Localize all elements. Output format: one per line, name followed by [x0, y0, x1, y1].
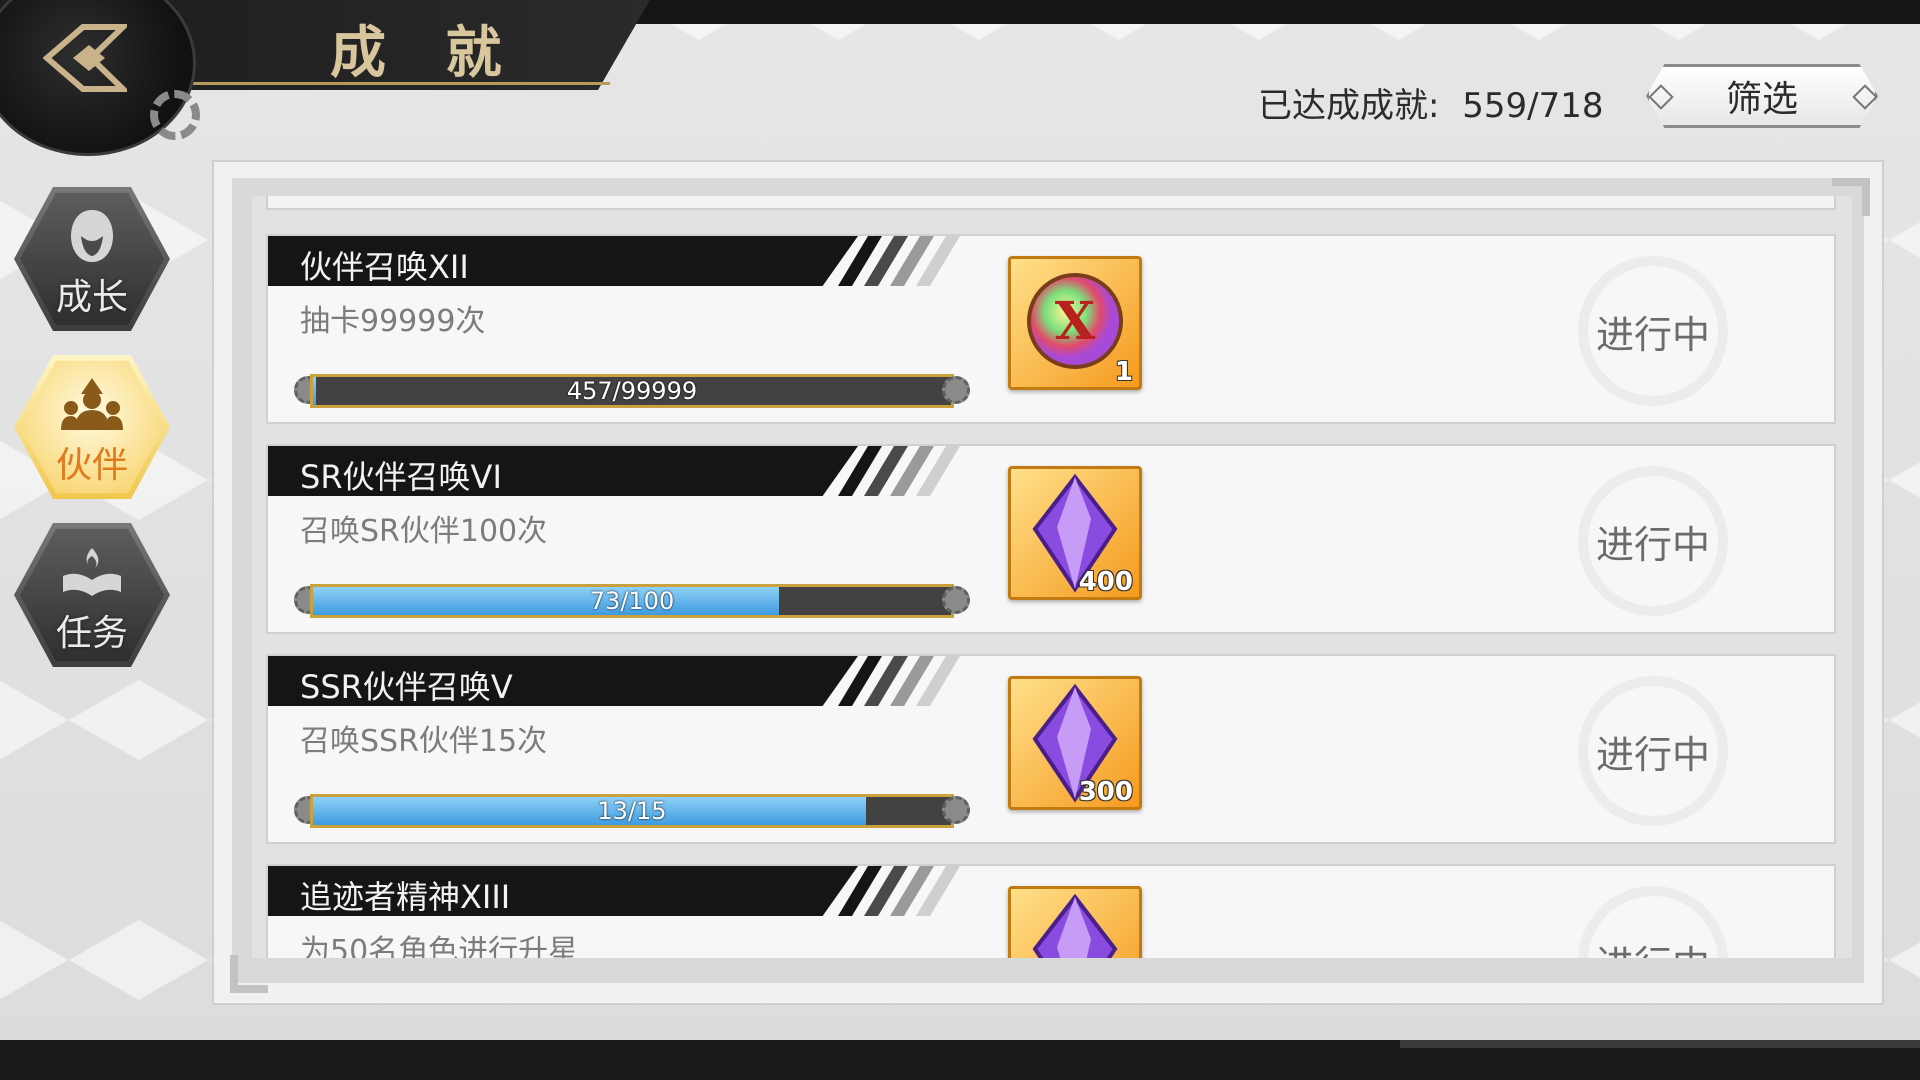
status-label: 进行中 — [1578, 934, 1728, 958]
achievement-title: SR伙伴召唤VI — [300, 458, 502, 496]
progress-right-cap-icon — [942, 796, 970, 824]
progress-text: 13/15 — [597, 797, 667, 825]
sidebar-tab-mission[interactable]: 任务 — [14, 520, 170, 670]
achievement-row: SSR伙伴召唤V 召唤SSR伙伴15次 13/15 300 进行中 — [266, 654, 1836, 844]
progress-bar: 13/15 — [292, 794, 972, 828]
achievement-desc: 召唤SSR伙伴15次 — [300, 724, 548, 759]
achievement-row: SR伙伴召唤VI 召唤SR伙伴100次 73/100 400 进行中 — [266, 444, 1836, 634]
achievement-row: 伙伴召唤XII 抽卡99999次 457/99999 X 1 进行中 — [266, 234, 1836, 424]
progress-text: 457/99999 — [566, 377, 698, 405]
achievement-list[interactable]: 伙伴召唤XII 抽卡99999次 457/99999 X 1 进行中 SR伙伴召… — [252, 196, 1852, 958]
reward-quantity: 400 — [1078, 567, 1133, 597]
progress-bar: 73/100 — [292, 584, 972, 618]
progress-right-cap-icon — [942, 586, 970, 614]
title-stripes-decoration — [838, 656, 960, 706]
achievement-count: 已达成成就: 559/718 — [1258, 78, 1604, 127]
purple-crystal-icon — [1032, 893, 1118, 958]
title-stripes-decoration — [838, 236, 960, 286]
party-members-icon — [61, 378, 123, 430]
gear-icon — [150, 90, 200, 140]
reward-quantity: 1 — [1114, 357, 1133, 387]
bottom-band-edge — [1400, 1040, 1920, 1048]
filter-button-label: 筛选 — [1725, 79, 1798, 120]
status-label: 进行中 — [1595, 523, 1710, 567]
panel-corner-decoration — [1832, 178, 1870, 216]
achievement-title: 伙伴召唤XII — [300, 248, 469, 286]
reward-item[interactable] — [1008, 886, 1142, 958]
panel-corner-decoration — [230, 955, 268, 993]
sidebar-tab-partner[interactable]: 伙伴 — [14, 352, 170, 502]
achievement-desc: 召唤SR伙伴100次 — [300, 514, 548, 549]
progress-bar: 457/99999 — [292, 374, 972, 408]
sidebar-tab-growth[interactable]: 成长 — [14, 184, 170, 334]
sidebar-tab-growth-label: 成长 — [55, 277, 128, 318]
page-title: 成 就 — [330, 21, 522, 86]
back-button[interactable] — [40, 18, 130, 98]
achievement-title: 追迹者精神XIII — [300, 878, 511, 916]
back-arrow-icon — [43, 24, 127, 92]
reward-item[interactable]: X 1 — [1008, 256, 1142, 390]
hooded-figure-icon — [71, 210, 113, 262]
open-book-flame-icon — [63, 548, 121, 596]
achievement-desc: 抽卡99999次 — [300, 304, 486, 339]
achievement-count-label: 已达成成就: — [1258, 86, 1440, 126]
filter-button[interactable]: 筛选 — [1646, 64, 1878, 128]
list-top-edge — [266, 196, 1836, 210]
achievement-desc: 为50名角色进行升星 — [300, 934, 579, 958]
status-label: 进行中 — [1595, 313, 1710, 357]
reward-item[interactable]: 300 — [1008, 676, 1142, 810]
sidebar-tab-partner-label: 伙伴 — [55, 445, 128, 486]
achievement-title: SSR伙伴召唤V — [300, 668, 513, 706]
title-stripes-decoration — [838, 866, 960, 916]
reward-quantity: 300 — [1078, 777, 1133, 807]
reward-item[interactable]: 400 — [1008, 466, 1142, 600]
progress-right-cap-icon — [942, 376, 970, 404]
svg-text:X: X — [1055, 291, 1096, 352]
status-label: 进行中 — [1595, 733, 1710, 777]
achievement-row: 追迹者精神XIII 为50名角色进行升星 进行中 — [266, 864, 1836, 958]
title-stripes-decoration — [838, 446, 960, 496]
progress-text: 73/100 — [589, 587, 675, 615]
achievement-count-value: 559/718 — [1462, 86, 1604, 126]
sidebar-tab-mission-label: 任务 — [55, 613, 128, 654]
